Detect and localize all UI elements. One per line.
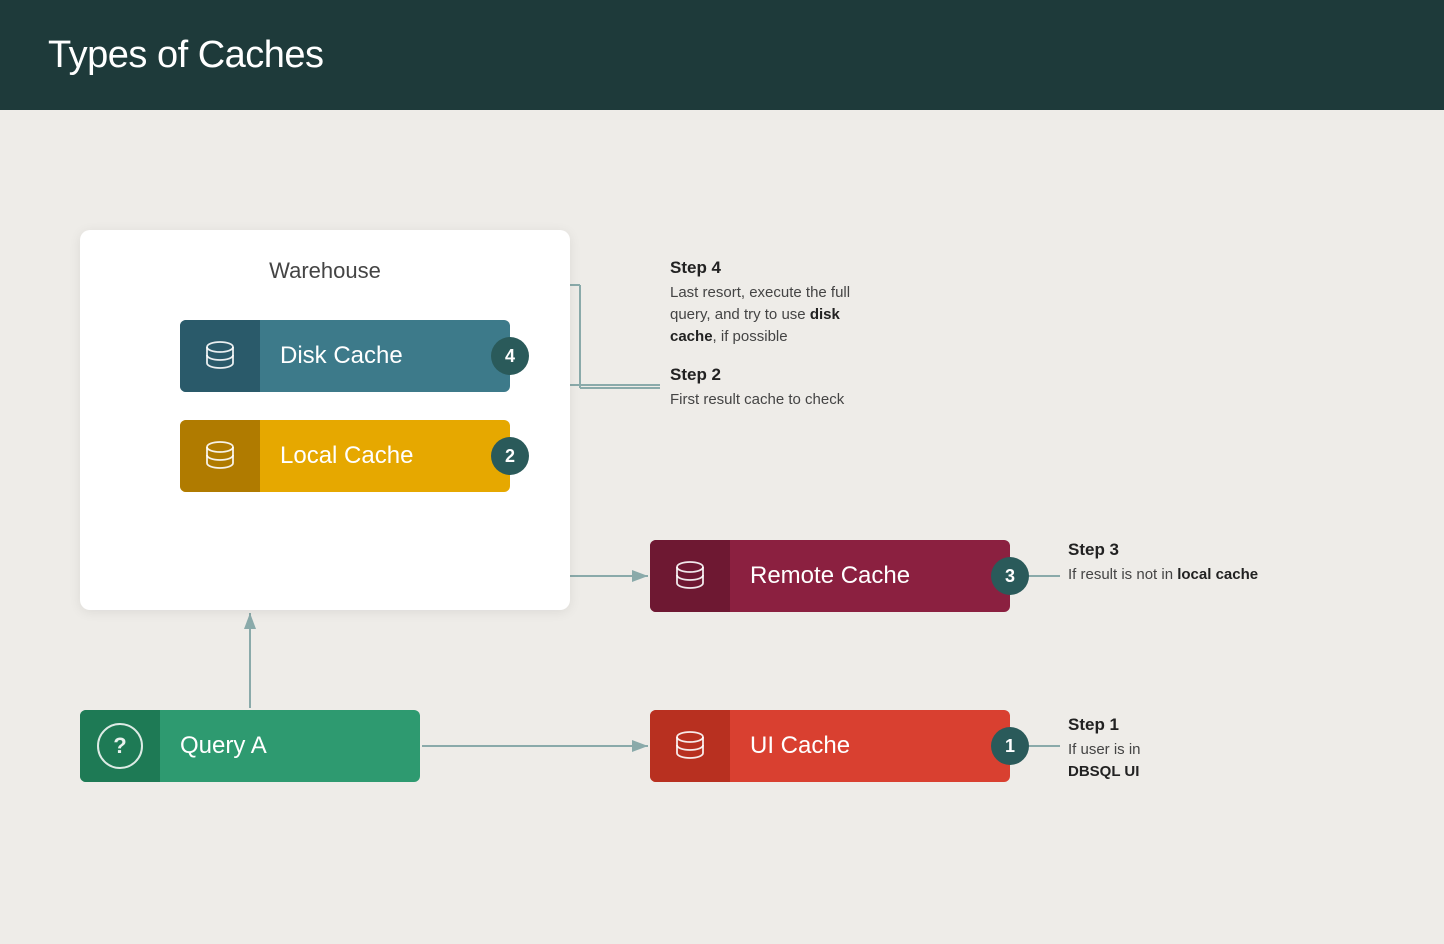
disk-cache-bar: Disk Cache 4 (180, 320, 510, 392)
page-header: Types of Caches (0, 0, 1444, 110)
step2-desc: Step 2 First result cache to check (670, 365, 844, 411)
local-cache-icon-bg (180, 420, 260, 492)
step3-title: Step 3 (1068, 540, 1258, 560)
ui-cache-icon-bg (650, 710, 730, 782)
step3-text: If result is not in local cache (1068, 564, 1258, 586)
local-cache-bar: Local Cache 2 (180, 420, 510, 492)
main-content: Warehouse Disk Cache 4 Lo (0, 110, 1444, 944)
local-cache-label: Local Cache (260, 442, 491, 470)
step4-title: Step 4 (670, 258, 890, 278)
disk-cache-icon-bg (180, 320, 260, 392)
remote-cache-label: Remote Cache (730, 562, 991, 590)
step3-desc: Step 3 If result is not in local cache (1068, 540, 1258, 586)
remote-cache-bar: Remote Cache 3 (650, 540, 1010, 612)
ui-cache-label: UI Cache (730, 732, 991, 760)
step2-text: First result cache to check (670, 389, 844, 411)
step4-desc: Step 4 Last resort, execute the full que… (670, 258, 890, 347)
step1-title: Step 1 (1068, 715, 1141, 735)
ui-cache-badge: 1 (991, 727, 1029, 765)
page-title: Types of Caches (48, 34, 324, 77)
query-icon-bg: ? (80, 710, 160, 782)
step4-text: Last resort, execute the full query, and… (670, 282, 890, 347)
ui-cache-bar: UI Cache 1 (650, 710, 1010, 782)
local-cache-db-icon (201, 437, 239, 475)
disk-cache-db-icon (201, 337, 239, 375)
local-cache-badge: 2 (491, 437, 529, 475)
warehouse-label: Warehouse (269, 258, 381, 284)
disk-cache-label: Disk Cache (260, 342, 491, 370)
query-box: ? Query A (80, 710, 420, 782)
step2-title: Step 2 (670, 365, 844, 385)
remote-cache-icon-bg (650, 540, 730, 612)
remote-cache-badge: 3 (991, 557, 1029, 595)
disk-cache-badge: 4 (491, 337, 529, 375)
step1-text: If user is inDBSQL UI (1068, 739, 1141, 783)
step1-desc: Step 1 If user is inDBSQL UI (1068, 715, 1141, 783)
warehouse-box: Warehouse Disk Cache 4 Lo (80, 230, 570, 610)
question-icon: ? (97, 723, 143, 769)
remote-cache-db-icon (671, 557, 709, 595)
ui-cache-db-icon (671, 727, 709, 765)
query-label: Query A (160, 732, 267, 760)
